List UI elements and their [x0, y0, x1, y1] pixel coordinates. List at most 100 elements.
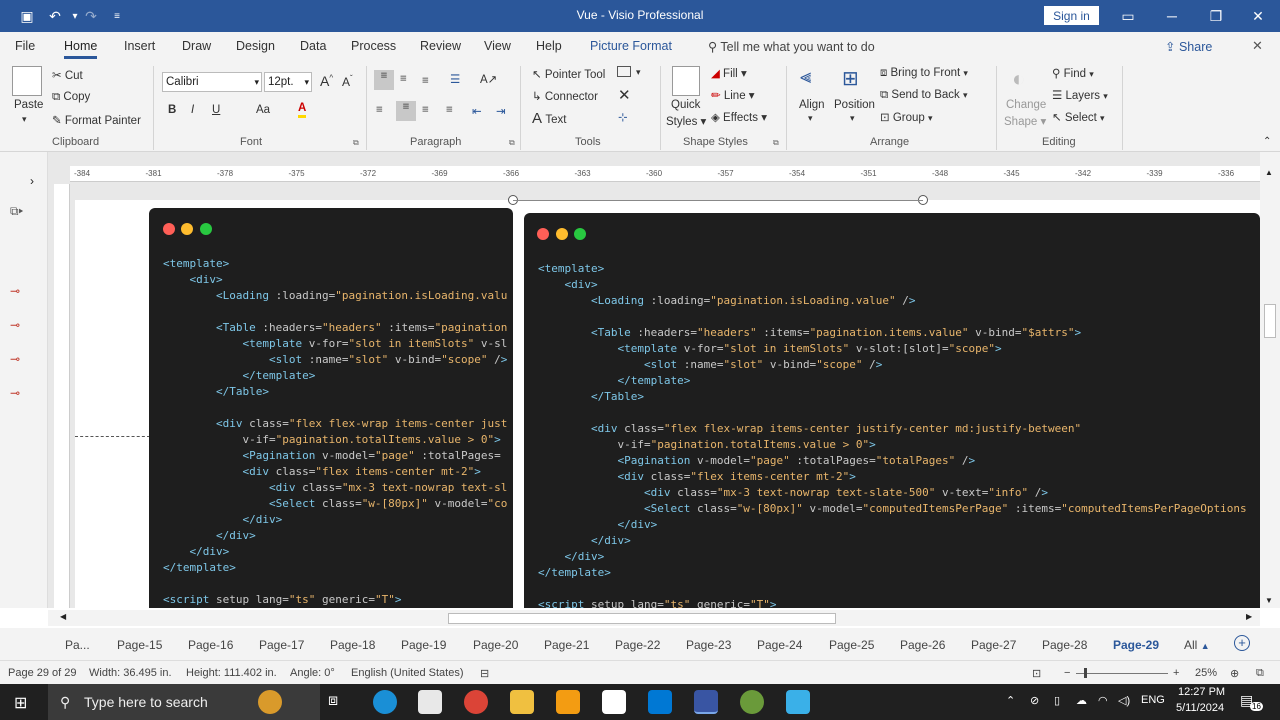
- vscode-icon[interactable]: [648, 690, 672, 714]
- tab-draw[interactable]: Draw: [182, 39, 211, 53]
- app-icon[interactable]: [740, 690, 764, 714]
- shape-button[interactable]: Shape ▾: [1004, 114, 1046, 128]
- language-indicator[interactable]: ENG: [1141, 694, 1165, 706]
- scroll-down-icon[interactable]: ▼: [1265, 596, 1273, 605]
- rectangle-icon[interactable]: [617, 66, 631, 77]
- zoom-slider-thumb[interactable]: [1084, 668, 1087, 678]
- tab-file[interactable]: File: [15, 39, 35, 53]
- maximize-button[interactable]: ❐: [1194, 0, 1238, 32]
- page-tab[interactable]: Page-22: [615, 638, 660, 652]
- all-pages-button[interactable]: All ▲: [1184, 638, 1210, 652]
- close-ribbon-icon[interactable]: ✕: [1252, 38, 1263, 54]
- quick-styles-button[interactable]: Quick: [671, 99, 700, 111]
- align-top-icon[interactable]: ≡: [374, 70, 394, 90]
- tab-process[interactable]: Process: [351, 39, 396, 53]
- code-image-right[interactable]: <template> <div> <Loading :loading="pagi…: [524, 213, 1260, 608]
- windows-start-icon[interactable]: ⊞: [14, 693, 27, 713]
- show-hidden-icons[interactable]: ⌃: [1006, 694, 1015, 707]
- switch-windows-icon[interactable]: ⧉: [1256, 667, 1264, 680]
- horizontal-scrollbar[interactable]: ◀ ▶: [48, 610, 1260, 626]
- scroll-left-icon[interactable]: ◀: [60, 612, 66, 621]
- fill-button[interactable]: ◢ Fill ▾: [711, 66, 747, 80]
- zoom-slider[interactable]: [1076, 673, 1168, 674]
- expand-shapes-icon[interactable]: ›: [30, 174, 34, 188]
- layers-button[interactable]: ☰ Layers ▾: [1052, 88, 1108, 102]
- decrease-font-icon[interactable]: Aˇ: [342, 74, 353, 89]
- dialog-launcher-icon[interactable]: ⧉: [509, 138, 515, 148]
- tab-insert[interactable]: Insert: [124, 39, 155, 53]
- page-tab[interactable]: Page-17: [259, 638, 304, 652]
- tell-me-search[interactable]: ⚲ Tell me what you want to do: [708, 39, 875, 54]
- tab-view[interactable]: View: [484, 39, 511, 53]
- notion-icon[interactable]: [602, 690, 626, 714]
- zoom-level[interactable]: 25%: [1195, 667, 1217, 679]
- position-button[interactable]: Position: [834, 99, 875, 111]
- shapes-icon[interactable]: ⧉▸: [10, 204, 23, 219]
- page-tab[interactable]: Page-19: [401, 638, 446, 652]
- battery-icon[interactable]: ▯: [1054, 694, 1060, 707]
- store-icon[interactable]: [418, 690, 442, 714]
- language[interactable]: English (United States): [351, 667, 464, 679]
- clock-date[interactable]: 5/11/2024: [1176, 702, 1224, 714]
- tab-design[interactable]: Design: [236, 39, 275, 53]
- weather-icon[interactable]: [258, 690, 282, 714]
- dialog-launcher-icon[interactable]: ⧉: [353, 138, 359, 148]
- app-icon[interactable]: [786, 690, 810, 714]
- page-tab[interactable]: Page-16: [188, 638, 233, 652]
- align-left-icon[interactable]: ≡: [376, 104, 383, 116]
- increase-indent-icon[interactable]: ⇥: [496, 104, 506, 118]
- send-to-back-button[interactable]: ⧉ Send to Back ▾: [880, 89, 968, 102]
- align-button[interactable]: Align: [799, 99, 825, 111]
- scroll-right-icon[interactable]: ▶: [1246, 612, 1252, 621]
- close-button[interactable]: ✕: [1236, 0, 1280, 32]
- increase-font-icon[interactable]: A^: [320, 73, 333, 89]
- tab-help[interactable]: Help: [536, 39, 562, 53]
- underline-button[interactable]: U: [212, 104, 220, 116]
- tab-review[interactable]: Review: [420, 39, 461, 53]
- scroll-thumb[interactable]: [448, 613, 836, 624]
- clock-time[interactable]: 12:27 PM: [1178, 686, 1225, 698]
- paste-button[interactable]: Paste: [14, 99, 43, 111]
- connection-point-icon[interactable]: ✕: [618, 86, 631, 104]
- tab-home[interactable]: Home: [64, 39, 98, 59]
- italic-button[interactable]: I: [191, 104, 194, 116]
- edge-icon[interactable]: [373, 690, 397, 714]
- tab-picture-format[interactable]: Picture Format: [590, 39, 672, 53]
- page-tab[interactable]: Page-24: [757, 638, 802, 652]
- page-tab[interactable]: Page-23: [686, 638, 731, 652]
- cut-button[interactable]: ✂ Cut: [52, 68, 83, 82]
- page-tab[interactable]: Page-28: [1042, 638, 1087, 652]
- accessibility-icon[interactable]: ⊟: [480, 667, 489, 680]
- text-tool-button[interactable]: A Text: [532, 110, 566, 127]
- tray-icon[interactable]: ☁: [1076, 694, 1087, 707]
- find-button[interactable]: ⚲ Find ▾: [1052, 66, 1094, 80]
- group-button[interactable]: ⊡ Group ▾: [880, 110, 933, 124]
- page-tab[interactable]: Page-27: [971, 638, 1016, 652]
- page-tab[interactable]: Page-18: [330, 638, 375, 652]
- paste-dropdown-icon[interactable]: ▾: [22, 114, 27, 125]
- minimize-button[interactable]: ─: [1150, 0, 1194, 32]
- font-color-button[interactable]: A: [298, 102, 307, 118]
- page-tab[interactable]: Pa...: [65, 638, 90, 652]
- bring-to-front-button[interactable]: ⧈ Bring to Front ▾: [880, 67, 968, 80]
- copy-button[interactable]: ⧉ Copy: [52, 91, 90, 104]
- page-tab[interactable]: Page-15: [117, 638, 162, 652]
- align-middle-icon[interactable]: ≡: [400, 73, 407, 85]
- align-center-icon[interactable]: ≡: [396, 101, 416, 121]
- font-name-select[interactable]: Calibri ▾: [162, 72, 262, 92]
- sign-in-button[interactable]: Sign in: [1044, 6, 1099, 25]
- format-painter-button[interactable]: ✎ Format Painter: [52, 113, 141, 127]
- file-explorer-icon[interactable]: [510, 690, 534, 714]
- align-bottom-icon[interactable]: ≡: [422, 75, 429, 87]
- scroll-up-icon[interactable]: ▲: [1265, 168, 1273, 177]
- chevron-down-icon[interactable]: ▾: [636, 67, 641, 78]
- tab-data[interactable]: Data: [300, 39, 326, 53]
- vertical-scrollbar[interactable]: ▲ ▼: [1260, 152, 1280, 608]
- bullets-icon[interactable]: ☰: [450, 72, 460, 86]
- select-button[interactable]: ↖ Select ▾: [1052, 110, 1105, 124]
- page-tab[interactable]: Page-21: [544, 638, 589, 652]
- app-icon[interactable]: [556, 690, 580, 714]
- share-button[interactable]: ⇪ Share: [1165, 37, 1212, 57]
- effects-button[interactable]: ◈ Effects ▾: [711, 110, 767, 124]
- chrome-icon[interactable]: [464, 690, 488, 714]
